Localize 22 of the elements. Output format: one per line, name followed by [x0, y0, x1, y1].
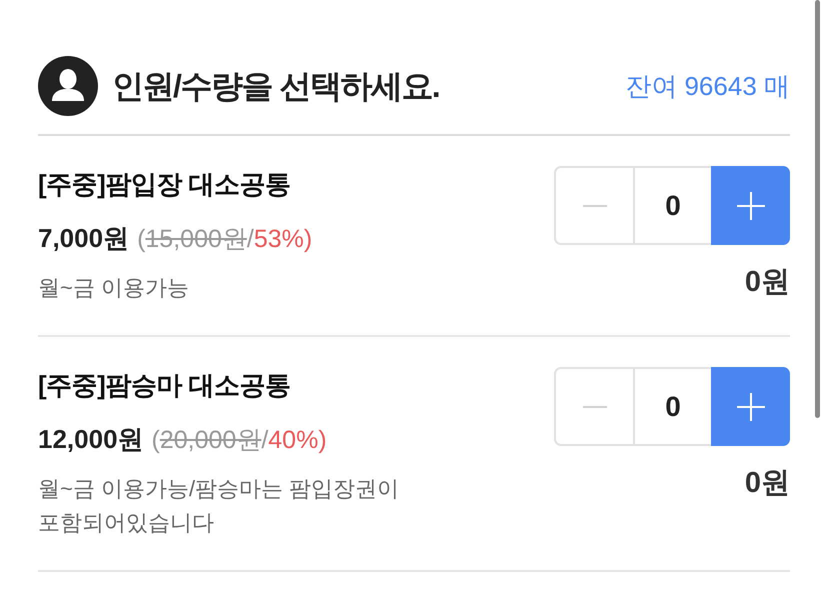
remaining-count: 잔여 96643 매 [625, 70, 790, 102]
sale-price: 7,000원 [38, 222, 130, 255]
increase-button[interactable] [711, 166, 790, 245]
item-total: 0원 [744, 466, 790, 500]
plus-icon [736, 392, 764, 420]
scrollbar-thumb[interactable] [815, 0, 820, 418]
quantity-field[interactable]: 0 [633, 367, 711, 446]
ticket-description: 월~금 이용가능/팜승마는 팜입장권이 포함되어있습니다 [38, 475, 400, 537]
quantity-field[interactable]: 0 [633, 166, 711, 245]
increase-button[interactable] [711, 367, 790, 446]
ticket-name: [주중]팜승마 대소공통 [38, 369, 291, 402]
sale-price: 12,000원 [38, 423, 144, 456]
ticket-description: 월~금 이용가능 [38, 274, 189, 302]
original-price-note: (15,000원/53%) [137, 224, 312, 255]
minus-icon [582, 406, 606, 408]
original-price-note: (20,000원/40%) [152, 425, 327, 456]
minus-icon [582, 204, 606, 206]
section-title: 인원/수량을 선택하세요. [112, 67, 440, 106]
plus-icon [736, 192, 764, 220]
item-total: 0원 [744, 265, 790, 299]
user-icon [38, 56, 98, 116]
ticket-name: [주중]팜입장 대소공통 [38, 168, 291, 201]
